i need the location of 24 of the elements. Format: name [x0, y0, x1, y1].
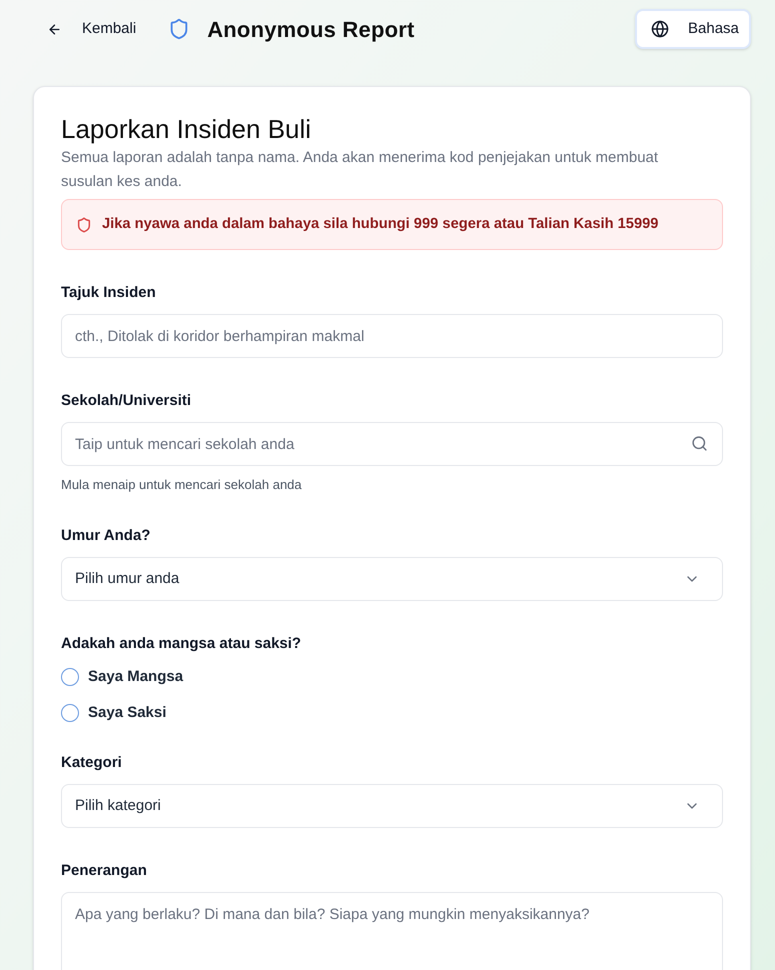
- shield-icon: [168, 17, 190, 41]
- field-label: Adakah anda mangsa atau saksi?: [61, 634, 302, 654]
- dropdown-field[interactable]: Pilih kategori: [61, 784, 723, 828]
- field-label: Sekolah/Universiti: [61, 391, 192, 411]
- field-label: Umur Anda?: [61, 526, 152, 546]
- field-label: Kategori: [61, 753, 123, 773]
- field-hint: Mula menaip untuk mencari sekolah anda: [61, 477, 303, 493]
- shield-icon: [76, 216, 92, 232]
- radio-option[interactable]: Saya Mangsa: [61, 666, 184, 688]
- search-field[interactable]: Taip untuk mencari sekolah anda: [61, 422, 723, 466]
- text-input[interactable]: cth., Ditolak di koridor berhampiran makmal: [61, 314, 723, 358]
- textarea-field[interactable]: Apa yang berlaku? Di mana dan bila? Siapa yang mungkin menyaksikannya?: [61, 892, 723, 970]
- language-button[interactable]: Bahasa: [635, 9, 751, 49]
- back-link[interactable]: Kembali: [35, 10, 148, 48]
- globe-icon: [651, 20, 669, 38]
- radio-option[interactable]: Saya Saksi: [61, 702, 166, 724]
- app-title: Anonymous Report: [207, 16, 415, 44]
- search-icon: [691, 435, 708, 452]
- field-label: Penerangan: [61, 861, 148, 881]
- form-title: Laporkan Insiden Buli: [61, 113, 312, 146]
- form-subtitle: Semua laporan adalah tanpa nama. Anda akan menerima kod penjejakan untuk membuat susulan kes anda.: [61, 148, 660, 192]
- dropdown-field[interactable]: Pilih umur anda: [61, 557, 723, 601]
- alert-text: Jika nyawa anda dalam bahaya sila hubungi 999 segera atau Talian Kasih 15999: [102, 215, 658, 234]
- field-label: Tajuk Insiden: [61, 283, 157, 303]
